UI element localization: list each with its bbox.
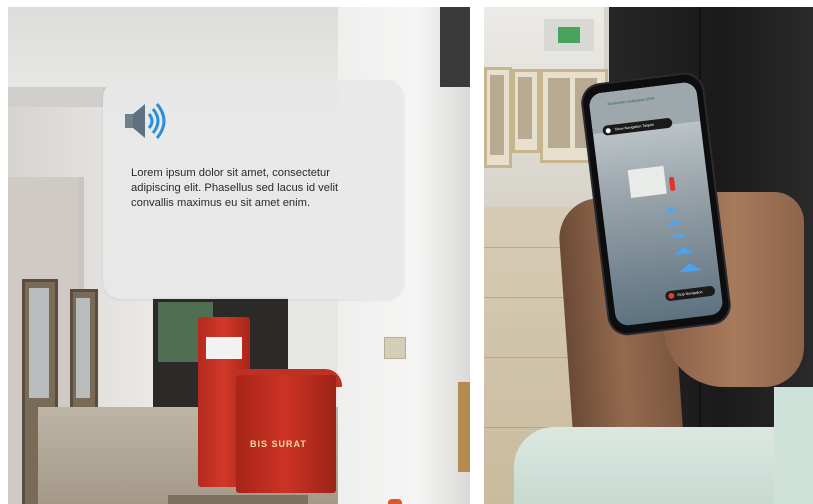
postbox-label: BIS SURAT (250, 439, 307, 449)
ar-description-text: Lorem ipsum dolor sit amet, consectetur … (131, 167, 339, 209)
speaker-icon[interactable] (125, 102, 171, 140)
nav-arrow-icon (669, 231, 687, 239)
shirt-sleeve (514, 427, 813, 504)
shirt-sleeve-right (774, 387, 813, 504)
wall-switch (384, 337, 406, 359)
orange-object (388, 499, 402, 504)
destination-marker (668, 176, 676, 192)
nav-arrow-icon (673, 245, 695, 256)
exit-sign (558, 27, 580, 43)
gallery-frame-2 (512, 69, 540, 153)
wall-frame (458, 382, 470, 472)
postbox-plinth (168, 495, 308, 504)
red-postbox (236, 375, 336, 493)
nav-arrow-icon (666, 218, 683, 226)
right-navigation-photo: Successful Localization 100% Show Naviga… (484, 7, 813, 504)
display-case (627, 165, 667, 198)
ar-info-card: Lorem ipsum dolor sit amet, consectetur … (103, 80, 404, 299)
target-dot-icon (605, 127, 611, 134)
nav-arrow-icon (677, 261, 703, 273)
gallery-frame-1 (484, 67, 512, 168)
nav-arrow-icon (662, 206, 680, 214)
phone-screen: Successful Localization 100% Show Naviga… (588, 81, 724, 327)
wall-corner (440, 7, 470, 87)
postbox-slot (206, 337, 242, 359)
